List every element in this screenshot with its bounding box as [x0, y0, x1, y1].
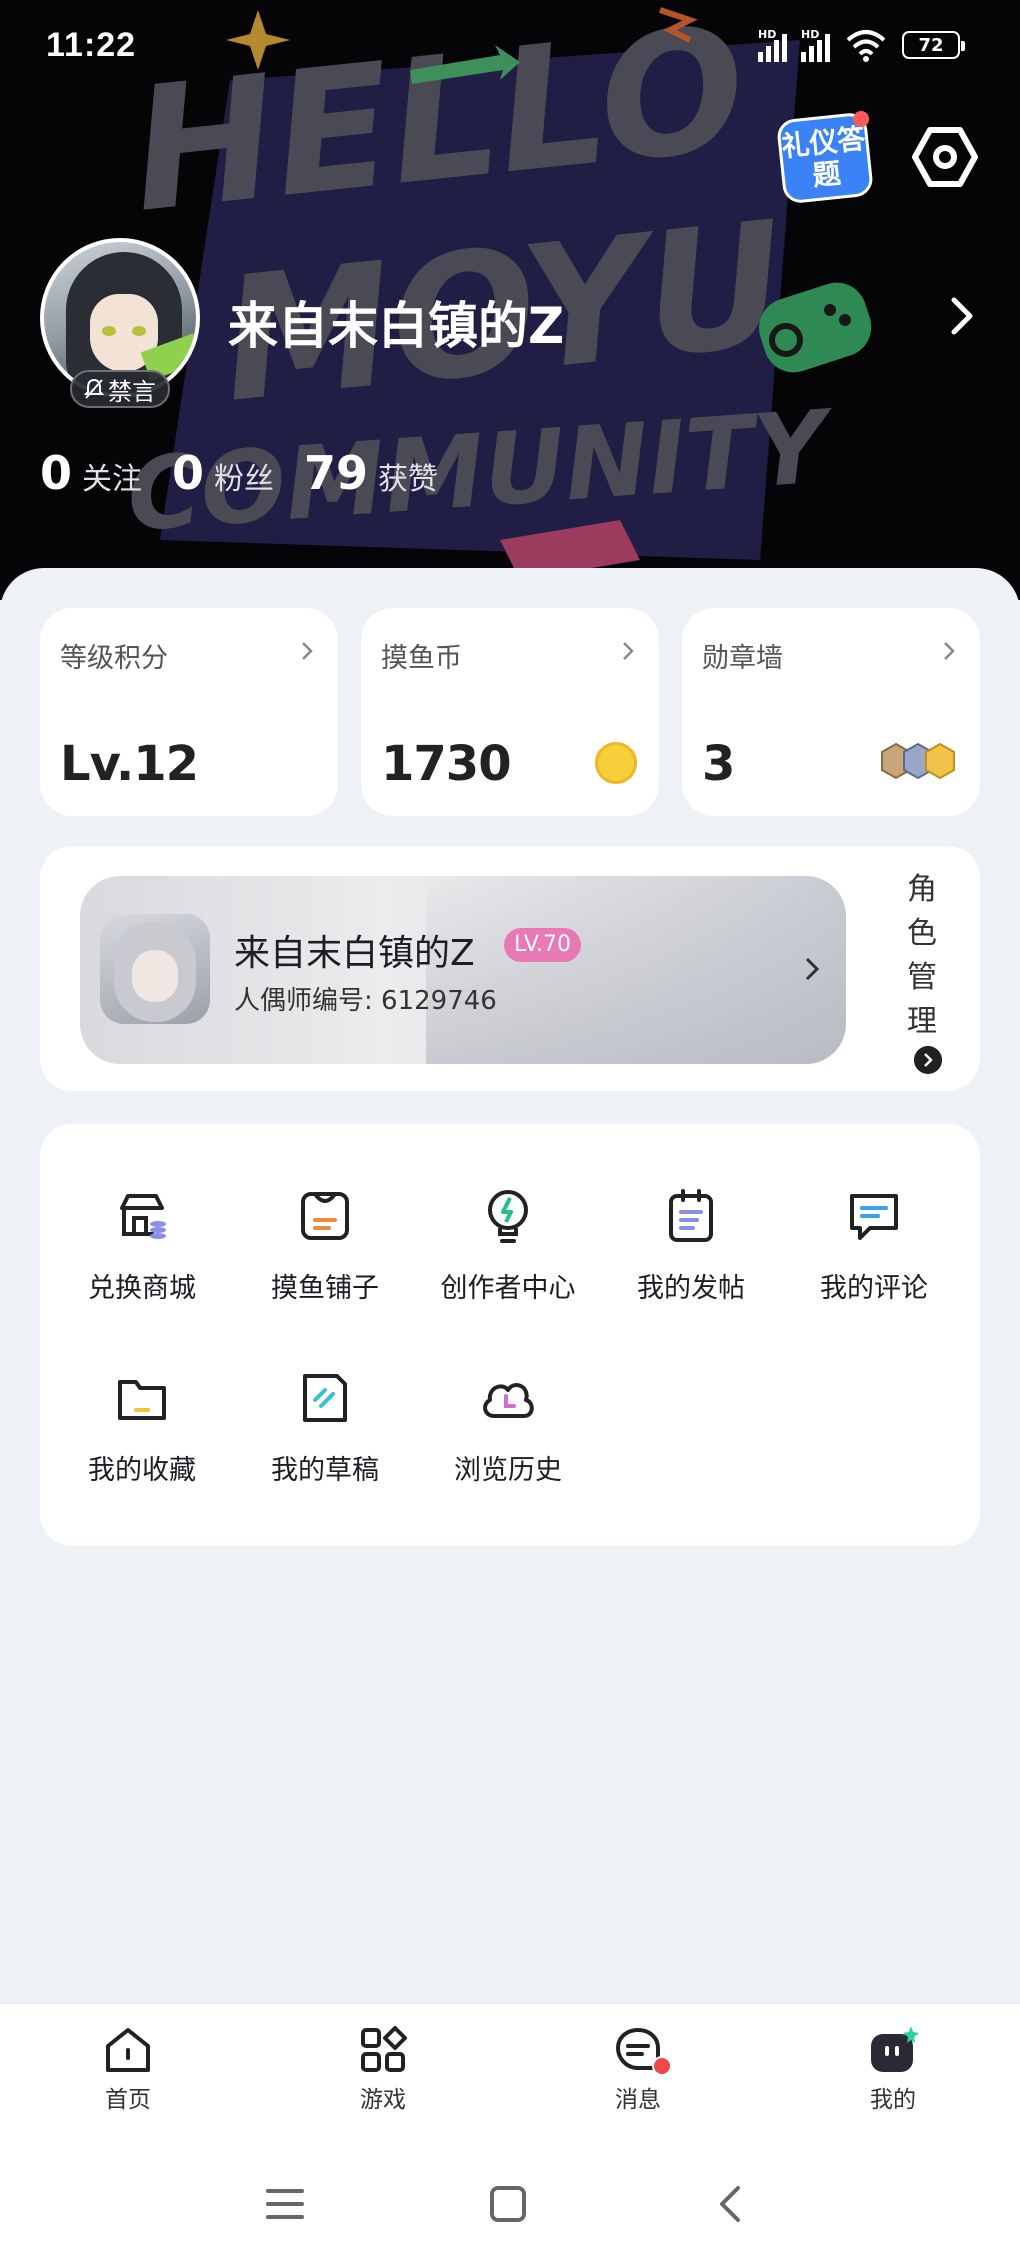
- menu-exchange-mall[interactable]: 兑换商城: [62, 1186, 222, 1305]
- stat-likes[interactable]: 79 获赞: [304, 446, 438, 500]
- stat-following[interactable]: 0 关注: [40, 446, 142, 500]
- tab-label: 游戏: [360, 2087, 406, 2113]
- medals-value: 3: [702, 736, 735, 792]
- signal-hd-label-2: HD: [801, 28, 820, 41]
- character-management-card: 来自末白镇的Z LV.70 人偶师编号: 6129746 角 色 管 理: [40, 846, 980, 1091]
- chevron-right-icon: [944, 642, 955, 660]
- home-square-icon[interactable]: [489, 2185, 527, 2223]
- draft-icon: [303, 1374, 347, 1422]
- menu-icon[interactable]: [266, 2185, 304, 2223]
- tab-profile[interactable]: 我的: [833, 2024, 953, 2114]
- menu-my-posts[interactable]: 我的发帖: [611, 1186, 771, 1305]
- stat-followers[interactable]: 0 粉丝: [172, 446, 274, 500]
- coin-icon: [595, 742, 637, 784]
- stat-value: 79: [304, 446, 369, 500]
- character-level-badge: LV.70: [504, 928, 582, 962]
- back-icon[interactable]: [712, 2185, 750, 2223]
- tab-games[interactable]: 游戏: [323, 2024, 443, 2114]
- menu-label: 我的评论: [820, 1273, 928, 1304]
- menu-label: 我的草稿: [271, 1455, 379, 1486]
- store-icon: [301, 1192, 349, 1240]
- unread-dot: [652, 2056, 672, 2076]
- mute-label: 禁言: [108, 377, 156, 406]
- tab-home[interactable]: 首页: [68, 2024, 188, 2114]
- folder-icon: [118, 1380, 166, 1420]
- stat-label: 关注: [82, 462, 143, 497]
- manage-char: 管: [907, 960, 937, 995]
- chevron-right-icon[interactable]: [946, 294, 976, 338]
- stat-value: 0: [172, 446, 205, 500]
- menu-label: 创作者中心: [440, 1273, 576, 1304]
- user-stats: 0 关注 0 粉丝 79 获赞: [40, 446, 468, 500]
- quiz-badge-label: 礼仪答题: [779, 121, 867, 193]
- username[interactable]: 来自末白镇的Z: [228, 286, 564, 358]
- character-avatar: [100, 914, 210, 1024]
- profile-icon: [871, 2026, 919, 2072]
- tab-messages[interactable]: 消息: [578, 2024, 698, 2114]
- menu-label: 浏览历史: [454, 1455, 562, 1486]
- shop-icon: [120, 1194, 166, 1239]
- manage-char: 角: [907, 872, 937, 907]
- card-title: 勋章墙: [702, 643, 783, 674]
- profile-content: 等级积分 Lv.12 摸鱼币 1730 勋章墙 3 来自末白镇的Z LV.70 …: [0, 568, 1020, 2003]
- comment-icon: [850, 1194, 898, 1240]
- games-icon: [361, 2026, 407, 2072]
- chevron-circle-icon[interactable]: [914, 1046, 942, 1074]
- menu-my-comments[interactable]: 我的评论: [794, 1186, 954, 1305]
- chevron-right-icon: [302, 642, 313, 660]
- menu-my-favorites[interactable]: 我的收藏: [62, 1368, 222, 1487]
- status-bar: 11:22 HD HD 72: [0, 0, 1020, 92]
- card-title: 等级积分: [60, 643, 168, 674]
- coins-card[interactable]: 摸鱼币 1730: [361, 608, 659, 816]
- character-manage-button[interactable]: 角 色 管 理: [902, 868, 942, 1044]
- tab-label: 首页: [105, 2087, 151, 2113]
- signal-hd-label: HD: [758, 28, 777, 41]
- manage-char: 理: [907, 1004, 937, 1039]
- system-navigation-bar: [0, 2137, 1020, 2267]
- stat-value: 0: [40, 446, 73, 500]
- menu-label: 摸鱼铺子: [271, 1273, 379, 1304]
- chevron-right-icon: [805, 957, 820, 981]
- settings-hex-icon[interactable]: [912, 124, 978, 190]
- stat-label: 粉丝: [214, 462, 275, 497]
- cellular-signal-icon: HD: [758, 28, 787, 62]
- tab-label: 我的: [870, 2087, 916, 2113]
- menu-label: 我的收藏: [88, 1455, 196, 1486]
- chevron-right-icon: [623, 642, 634, 660]
- battery-icon: 72: [902, 31, 965, 59]
- home-icon: [106, 2028, 150, 2072]
- etiquette-quiz-badge[interactable]: 礼仪答题: [775, 110, 875, 205]
- menu-browse-history[interactable]: 浏览历史: [428, 1368, 588, 1487]
- user-avatar-container[interactable]: 禁言: [40, 238, 200, 408]
- character-name: 来自末白镇的Z: [234, 933, 475, 974]
- coins-value: 1730: [381, 736, 512, 792]
- bulb-icon: [488, 1190, 528, 1243]
- medal-wall-card[interactable]: 勋章墙 3: [682, 608, 980, 816]
- function-menu-card: 兑换商城 摸鱼铺子 创作者中心 我的发帖 我的评论 我的收藏 我的草稿 浏览历史: [40, 1124, 980, 1546]
- card-title: 摸鱼币: [381, 643, 462, 674]
- menu-moyu-shop[interactable]: 摸鱼铺子: [245, 1186, 405, 1305]
- profile-header: HELLO MOYU COMMUNITY 11:22 HD HD 72 礼仪答题…: [0, 0, 1020, 600]
- mute-status-tag: 禁言: [70, 370, 170, 408]
- history-icon: [483, 1383, 534, 1418]
- medal-icon: [881, 742, 955, 780]
- level-value: Lv.12: [60, 736, 199, 792]
- menu-my-drafts[interactable]: 我的草稿: [245, 1368, 405, 1487]
- level-points-card[interactable]: 等级积分 Lv.12: [40, 608, 338, 816]
- manage-char: 色: [907, 916, 937, 951]
- cellular-signal-icon-2: HD: [801, 28, 830, 62]
- mute-icon: [84, 378, 104, 399]
- wifi-icon: [846, 30, 886, 62]
- stat-label: 获赞: [378, 462, 439, 497]
- menu-label: 我的发帖: [637, 1273, 745, 1304]
- tab-label: 消息: [615, 2087, 661, 2113]
- character-banner[interactable]: 来自末白镇的Z LV.70 人偶师编号: 6129746: [80, 876, 846, 1064]
- status-icons: HD HD 72: [758, 28, 965, 62]
- status-time: 11:22: [46, 26, 137, 64]
- menu-creator-center[interactable]: 创作者中心: [428, 1186, 588, 1305]
- bottom-tab-bar: 首页 游戏 消息 我的: [0, 2003, 1020, 2137]
- post-icon: [669, 1189, 713, 1242]
- menu-label: 兑换商城: [88, 1273, 196, 1304]
- character-id: 人偶师编号: 6129746: [234, 986, 497, 1016]
